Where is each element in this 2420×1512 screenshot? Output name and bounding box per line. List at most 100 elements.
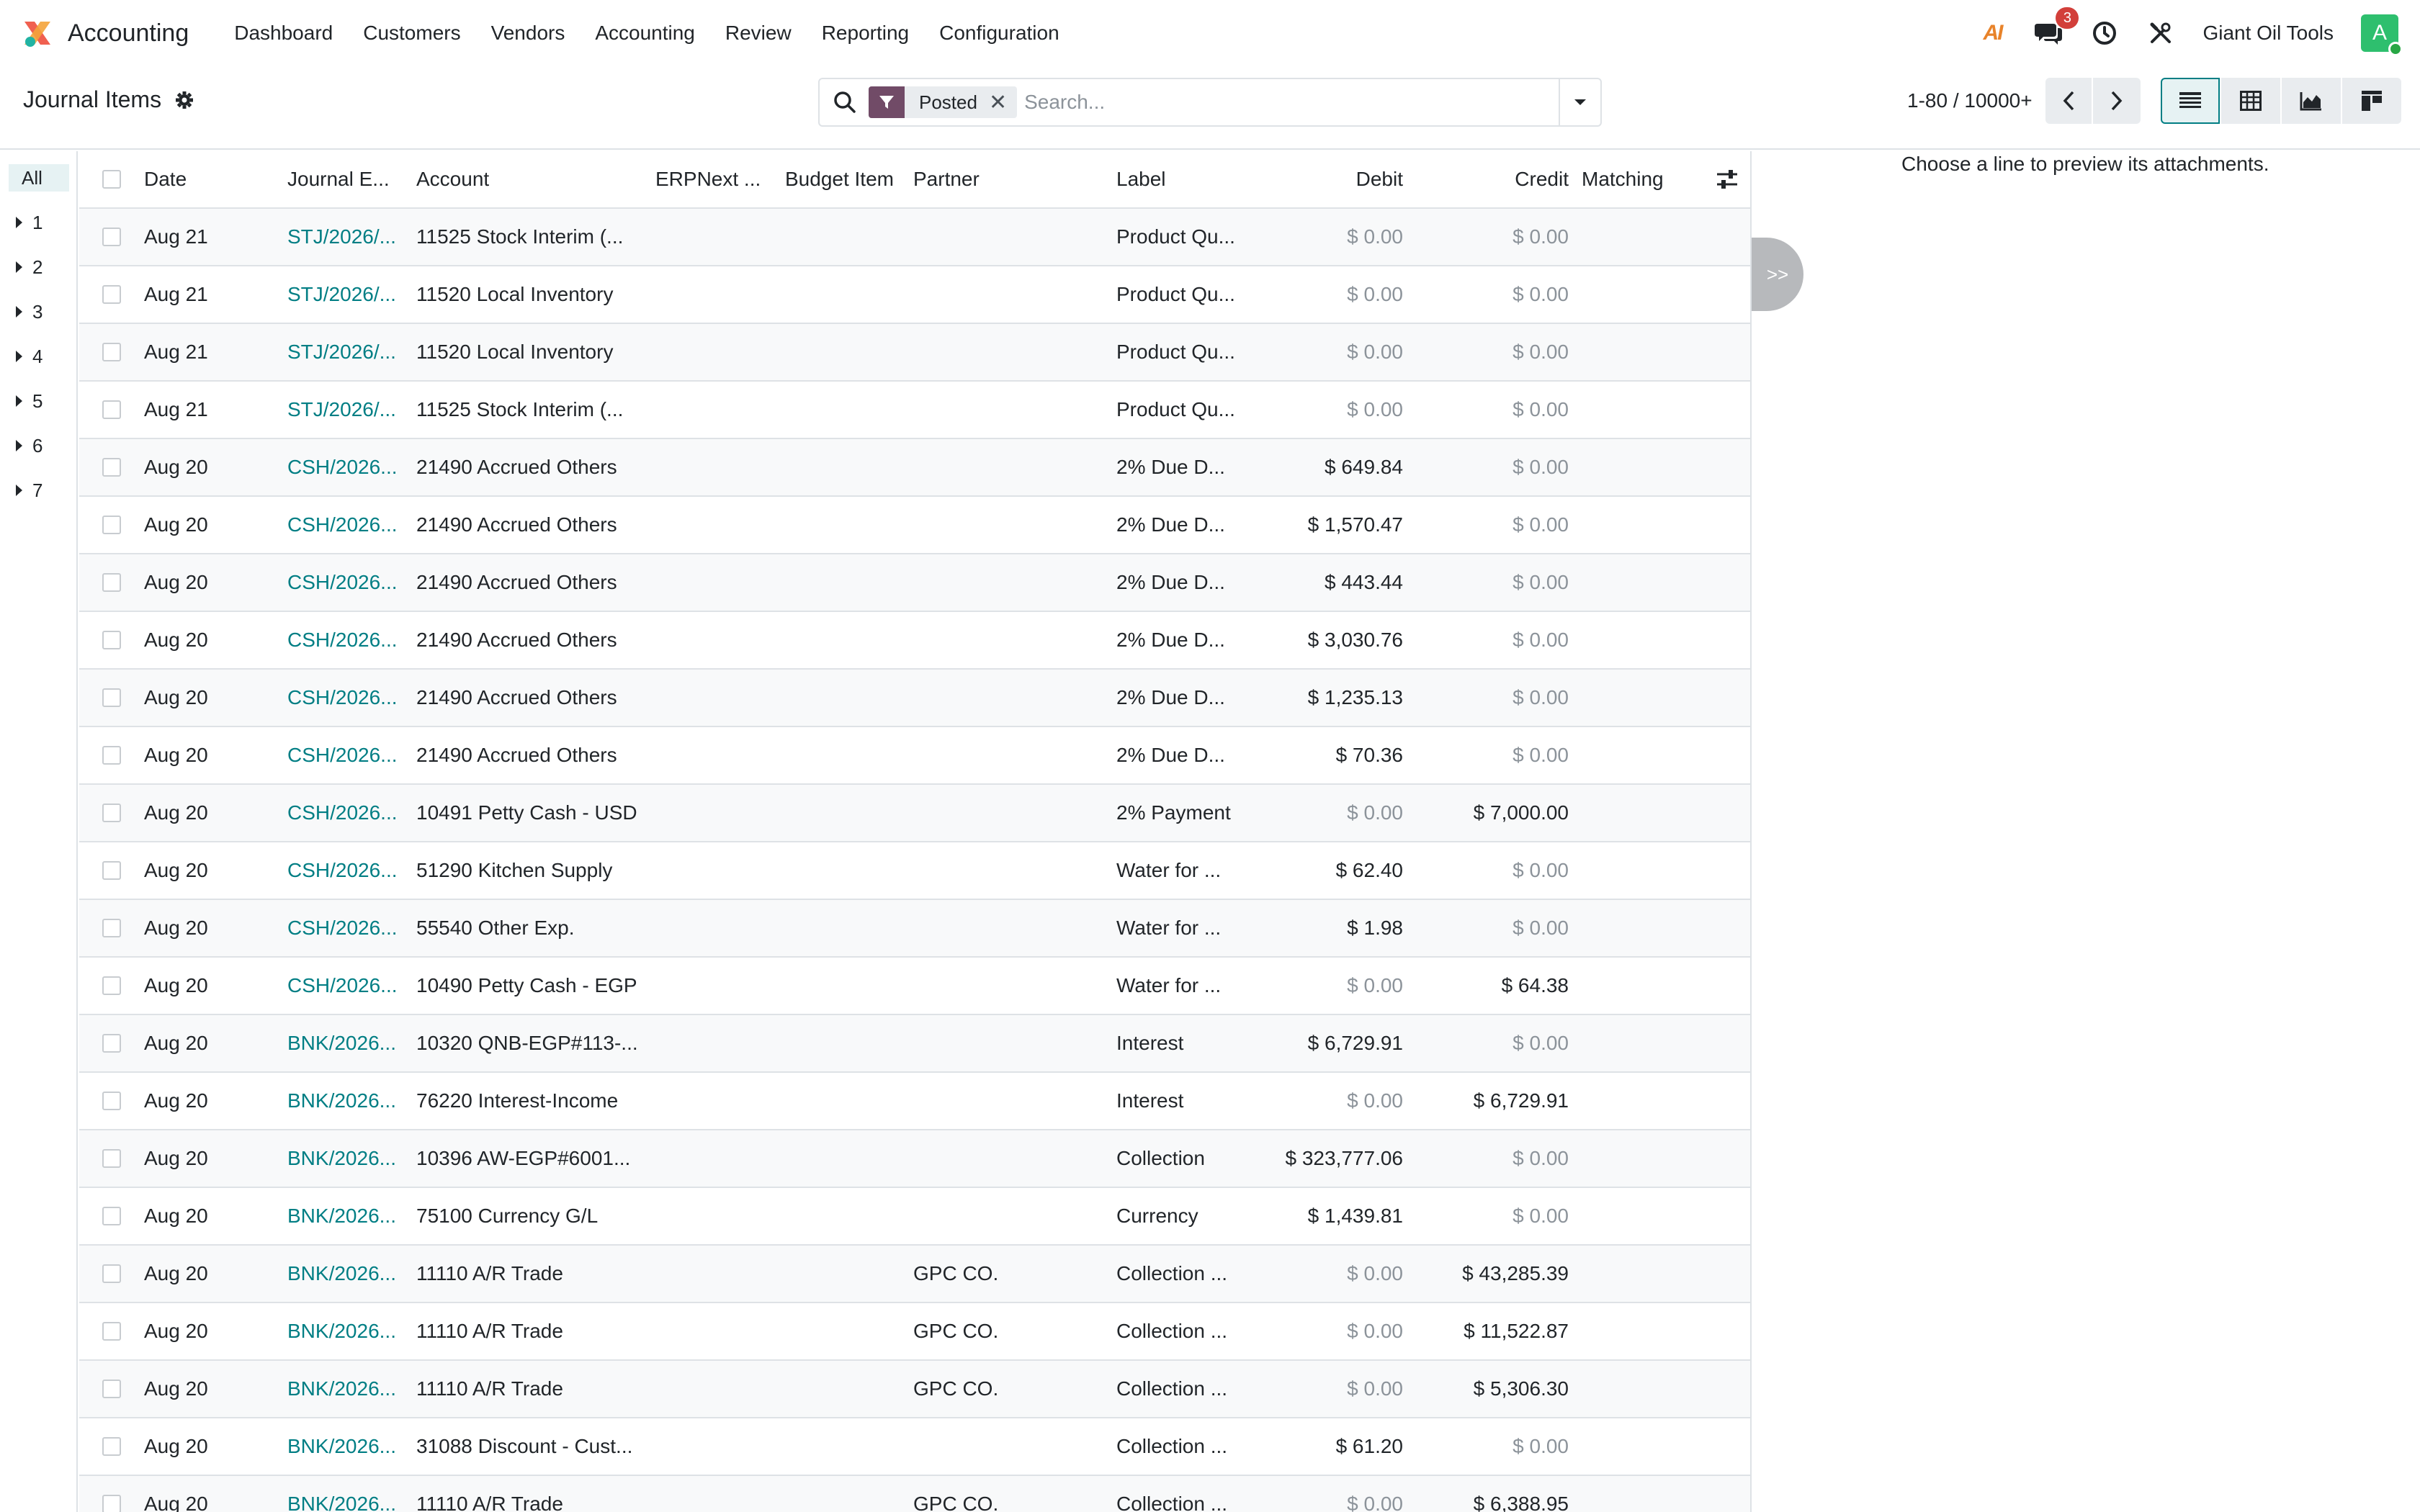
menu-item-customers[interactable]: Customers	[348, 22, 475, 45]
app-name[interactable]: Accounting	[68, 19, 189, 48]
table-row[interactable]: Aug 20 CSH/2026... 21490 Accrued Others 2% …	[79, 612, 1750, 670]
cell-journal-entry-link[interactable]: BNK/2026...	[287, 1262, 403, 1285]
table-row[interactable]: Aug 20 CSH/2026... 21490 Accrued Others 2% …	[79, 727, 1750, 785]
activity-button[interactable]	[2090, 19, 2119, 48]
row-checkbox[interactable]	[102, 285, 121, 304]
cell-journal-entry-link[interactable]: CSH/2026...	[287, 744, 403, 767]
row-checkbox[interactable]	[102, 228, 121, 246]
cell-journal-entry-link[interactable]: BNK/2026...	[287, 1377, 403, 1400]
table-row[interactable]: Aug 20 BNK/2026... 75100 Currency G/L Curre…	[79, 1188, 1750, 1246]
cell-journal-entry-link[interactable]: STJ/2026/...	[287, 225, 403, 248]
column-header-journal-entry[interactable]: Journal E...	[287, 168, 403, 191]
close-icon[interactable]: ✕	[989, 90, 1017, 115]
menu-item-dashboard[interactable]: Dashboard	[219, 22, 348, 45]
search-panel-item-4[interactable]: 4	[16, 334, 76, 379]
row-checkbox[interactable]	[102, 688, 121, 707]
table-row[interactable]: Aug 21 STJ/2026/... 11520 Local Inventory P…	[79, 266, 1750, 324]
row-checkbox[interactable]	[102, 1207, 121, 1225]
row-checkbox[interactable]	[102, 804, 121, 822]
cell-journal-entry-link[interactable]: CSH/2026...	[287, 456, 403, 479]
gear-icon[interactable]	[174, 90, 194, 110]
column-header-account[interactable]: Account	[416, 168, 647, 191]
column-header-matching[interactable]: Matching	[1582, 168, 1711, 191]
row-checkbox[interactable]	[102, 343, 121, 361]
table-row[interactable]: Aug 20 CSH/2026... 21490 Accrued Others 2% …	[79, 497, 1750, 554]
table-row[interactable]: Aug 20 BNK/2026... 10396 AW-EGP#6001... Col…	[79, 1130, 1750, 1188]
cell-journal-entry-link[interactable]: BNK/2026...	[287, 1320, 403, 1343]
user-avatar[interactable]: A	[2361, 14, 2403, 56]
table-row[interactable]: Aug 20 BNK/2026... 31088 Discount - Cust..…	[79, 1418, 1750, 1476]
search-panel-item-2[interactable]: 2	[16, 245, 76, 289]
cell-journal-entry-link[interactable]: BNK/2026...	[287, 1493, 403, 1512]
row-checkbox[interactable]	[102, 1092, 121, 1110]
cell-journal-entry-link[interactable]: CSH/2026...	[287, 686, 403, 709]
table-row[interactable]: Aug 21 STJ/2026/... 11525 Stock Interim (.…	[79, 209, 1750, 266]
row-checkbox[interactable]	[102, 976, 121, 995]
row-checkbox[interactable]	[102, 573, 121, 592]
cell-journal-entry-link[interactable]: BNK/2026...	[287, 1205, 403, 1228]
row-checkbox[interactable]	[102, 1034, 121, 1053]
row-checkbox[interactable]	[102, 400, 121, 419]
cell-journal-entry-link[interactable]: STJ/2026/...	[287, 398, 403, 421]
search-input[interactable]	[1024, 91, 1559, 114]
column-header-label[interactable]: Label	[1116, 168, 1246, 191]
menu-item-vendors[interactable]: Vendors	[476, 22, 581, 45]
table-row[interactable]: Aug 20 CSH/2026... 21490 Accrued Others 2% …	[79, 439, 1750, 497]
sliders-icon[interactable]	[1714, 166, 1740, 192]
row-checkbox[interactable]	[102, 1495, 121, 1512]
row-checkbox[interactable]	[102, 516, 121, 534]
accounting-logo-icon[interactable]	[22, 17, 53, 49]
cell-journal-entry-link[interactable]: CSH/2026...	[287, 629, 403, 652]
table-row[interactable]: Aug 20 BNK/2026... 11110 A/R Trade GPC CO. C…	[79, 1246, 1750, 1303]
menu-item-accounting[interactable]: Accounting	[580, 22, 710, 45]
table-row[interactable]: Aug 20 CSH/2026... 10491 Petty Cash - USD 2…	[79, 785, 1750, 842]
row-checkbox[interactable]	[102, 458, 121, 477]
search-options-toggle[interactable]	[1559, 79, 1600, 125]
row-checkbox[interactable]	[102, 861, 121, 880]
graph-view-button[interactable]	[2282, 78, 2341, 124]
search-panel-item-all[interactable]: All	[9, 164, 69, 192]
tools-button[interactable]	[2146, 19, 2175, 48]
toggle-preview-button[interactable]: >>	[1752, 238, 1803, 311]
row-checkbox[interactable]	[102, 1437, 121, 1456]
table-row[interactable]: Aug 20 CSH/2026... 10490 Petty Cash - EGP W…	[79, 958, 1750, 1015]
cell-journal-entry-link[interactable]: CSH/2026...	[287, 801, 403, 824]
menu-item-review[interactable]: Review	[710, 22, 807, 45]
row-checkbox[interactable]	[102, 1322, 121, 1341]
cell-journal-entry-link[interactable]: CSH/2026...	[287, 571, 403, 594]
row-checkbox[interactable]	[102, 1264, 121, 1283]
pager-previous-button[interactable]	[2045, 78, 2093, 124]
cell-journal-entry-link[interactable]: BNK/2026...	[287, 1032, 403, 1055]
column-header-partner[interactable]: Partner	[913, 168, 1108, 191]
row-checkbox[interactable]	[102, 1380, 121, 1398]
table-row[interactable]: Aug 20 CSH/2026... 51290 Kitchen Supply Wat…	[79, 842, 1750, 900]
list-view-button[interactable]	[2161, 78, 2220, 124]
table-row[interactable]: Aug 20 BNK/2026... 76220 Interest-Income In…	[79, 1073, 1750, 1130]
pager-value[interactable]: 1-80 / 10000+	[1907, 89, 2033, 112]
messages-button[interactable]: 3	[2034, 7, 2079, 48]
menu-item-reporting[interactable]: Reporting	[807, 22, 924, 45]
search-panel-item-5[interactable]: 5	[16, 379, 76, 423]
table-row[interactable]: Aug 20 BNK/2026... 11110 A/R Trade GPC CO. C…	[79, 1303, 1750, 1361]
column-header-credit[interactable]: Credit	[1412, 168, 1569, 191]
row-checkbox[interactable]	[102, 1149, 121, 1168]
search-panel-item-1[interactable]: 1	[16, 200, 76, 245]
table-row[interactable]: Aug 20 BNK/2026... 10320 QNB-EGP#113-... In…	[79, 1015, 1750, 1073]
cell-journal-entry-link[interactable]: BNK/2026...	[287, 1435, 403, 1458]
search-facet-posted[interactable]: Posted ✕	[869, 86, 1018, 118]
cell-journal-entry-link[interactable]: STJ/2026/...	[287, 341, 403, 364]
column-header-erpnext[interactable]: ERPNext ...	[655, 168, 778, 191]
search-panel-item-3[interactable]: 3	[16, 289, 76, 334]
column-header-debit[interactable]: Debit	[1246, 168, 1403, 191]
search-icon[interactable]	[833, 90, 857, 114]
cell-journal-entry-link[interactable]: BNK/2026...	[287, 1089, 403, 1112]
cell-journal-entry-link[interactable]: CSH/2026...	[287, 513, 403, 536]
table-row[interactable]: Aug 20 BNK/2026... 11110 A/R Trade GPC CO. C…	[79, 1361, 1750, 1418]
menu-item-configuration[interactable]: Configuration	[924, 22, 1075, 45]
row-checkbox[interactable]	[102, 746, 121, 765]
table-row[interactable]: Aug 20 BNK/2026... 11110 A/R Trade GPC CO. C…	[79, 1476, 1750, 1512]
pager-next-button[interactable]	[2093, 78, 2141, 124]
kanban-view-button[interactable]	[2342, 78, 2401, 124]
table-row[interactable]: Aug 21 STJ/2026/... 11525 Stock Interim (.…	[79, 382, 1750, 439]
cell-journal-entry-link[interactable]: CSH/2026...	[287, 917, 403, 940]
